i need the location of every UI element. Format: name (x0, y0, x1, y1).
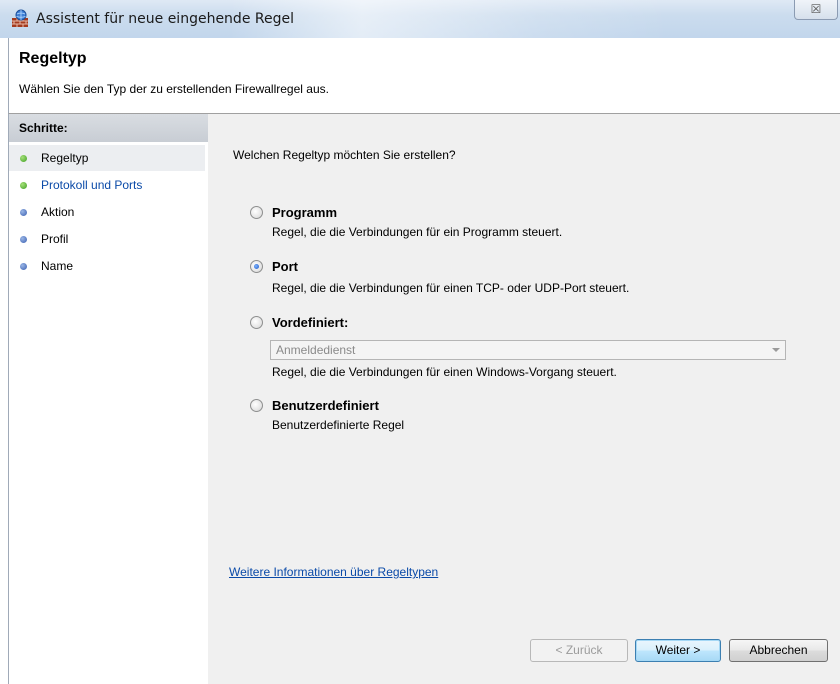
step-pending-dot-icon (20, 263, 27, 270)
next-button[interactable]: Weiter > (635, 639, 721, 662)
cancel-button[interactable]: Abbrechen (729, 639, 828, 662)
chevron-down-icon (772, 348, 780, 352)
step-protokoll-und-ports[interactable]: Protokoll und Ports (9, 172, 205, 198)
step-label: Regeltyp (41, 151, 89, 165)
window-title: Assistent für neue eingehende Regel (36, 11, 294, 27)
step-name: Name (9, 253, 205, 279)
option-label-port[interactable]: Port (272, 259, 298, 274)
title-bar-glass (230, 0, 670, 38)
close-button[interactable]: ☒ (794, 0, 838, 20)
option-label-vordefiniert[interactable]: Vordefiniert: (272, 315, 348, 330)
wizard-header: Regeltyp Wählen Sie den Typ der zu erste… (8, 38, 840, 114)
radio-programm[interactable] (250, 206, 263, 219)
option-label-benutzerdefiniert[interactable]: Benutzerdefiniert (272, 398, 379, 413)
rule-type-question: Welchen Regeltyp möchten Sie erstellen? (233, 148, 456, 162)
step-complete-dot-icon (20, 155, 27, 162)
predefined-rule-select[interactable]: Anmeldedienst (270, 340, 786, 360)
steps-heading: Schritte: (9, 114, 208, 142)
step-label[interactable]: Protokoll und Ports (41, 178, 142, 192)
step-aktion: Aktion (9, 199, 205, 225)
step-label: Name (41, 259, 74, 273)
back-button[interactable]: < Zurück (530, 639, 628, 662)
option-description-programm: Regel, die die Verbindungen für ein Prog… (272, 225, 563, 239)
radio-port[interactable] (250, 260, 263, 273)
option-description-benutzerdefiniert: Benutzerdefinierte Regel (272, 418, 405, 432)
step-label: Profil (41, 232, 69, 246)
page-description: Wählen Sie den Typ der zu erstellenden F… (19, 82, 329, 96)
step-profil: Profil (9, 226, 205, 252)
step-label: Aktion (41, 205, 75, 219)
steps-panel: Schritte: Regeltyp Protokoll und Ports A… (9, 114, 208, 684)
more-info-link[interactable]: Weitere Informationen über Regeltypen (229, 565, 438, 579)
option-description-vordefiniert: Regel, die die Verbindungen für einen Wi… (272, 365, 617, 379)
radio-vordefiniert[interactable] (250, 316, 263, 329)
radio-benutzerdefiniert[interactable] (250, 399, 263, 412)
title-bar: Assistent für neue eingehende Regel ☒ (0, 0, 840, 38)
option-label-programm[interactable]: Programm (272, 205, 337, 220)
close-icon: ☒ (810, 2, 822, 16)
step-complete-dot-icon (20, 182, 27, 189)
page-title: Regeltyp (19, 50, 87, 67)
wizard-body: Schritte: Regeltyp Protokoll und Ports A… (8, 114, 840, 684)
step-regeltyp: Regeltyp (9, 145, 205, 171)
content-panel: Welchen Regeltyp möchten Sie erstellen? … (208, 114, 840, 684)
step-pending-dot-icon (20, 236, 27, 243)
firewall-wall-icon (10, 9, 30, 29)
step-pending-dot-icon (20, 209, 27, 216)
option-description-port: Regel, die die Verbindungen für einen TC… (272, 281, 630, 295)
predefined-select-value: Anmeldedienst (276, 343, 356, 357)
